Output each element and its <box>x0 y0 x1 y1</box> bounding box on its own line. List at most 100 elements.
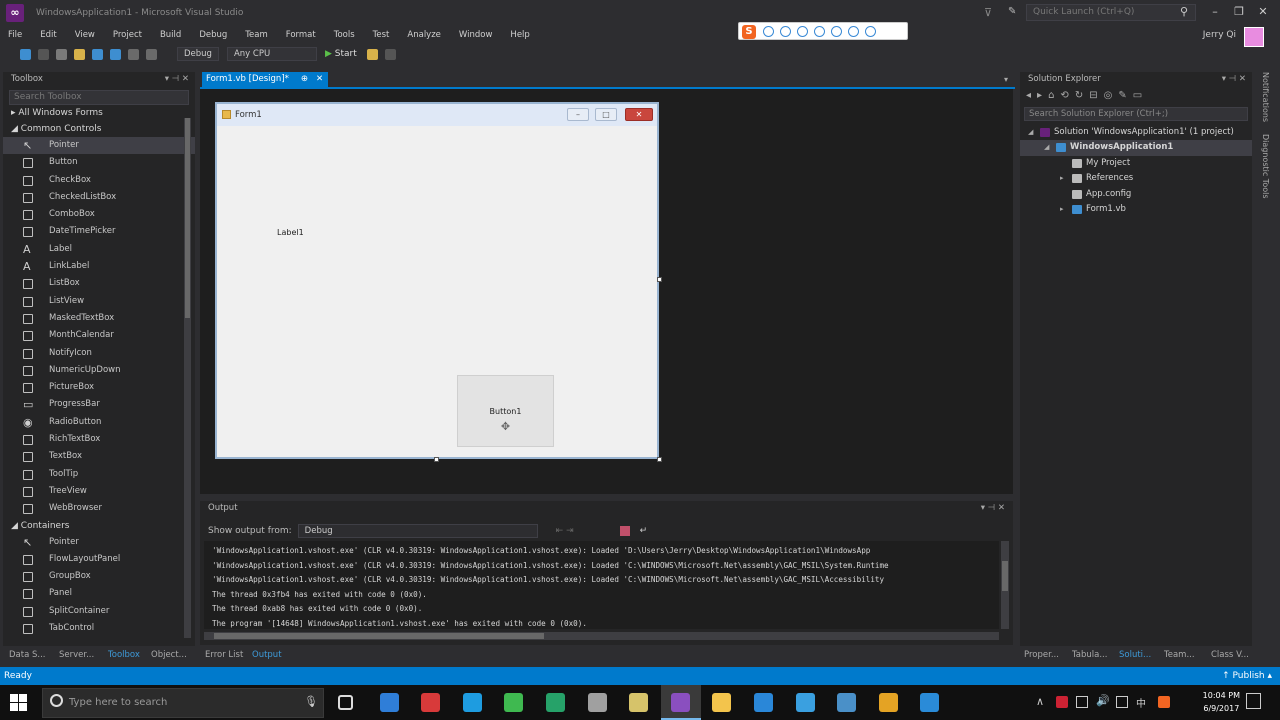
toolbox-item-flowlayoutpanel[interactable]: FlowLayoutPanel <box>3 551 195 568</box>
se-properties-icon[interactable]: ✎ <box>1118 90 1132 101</box>
sogou-tray-icon[interactable] <box>1158 696 1170 708</box>
search-icon[interactable]: ⚲ <box>1180 5 1188 18</box>
save-all-icon[interactable] <box>110 48 121 60</box>
menu-team[interactable]: Team <box>245 30 267 40</box>
resize-handle-right[interactable] <box>657 277 662 282</box>
ime-mode-icon[interactable] <box>763 25 774 37</box>
expand-arrow-icon[interactable]: ▸ <box>1060 202 1064 217</box>
forward-icon[interactable] <box>38 48 49 60</box>
solution-item-app-config[interactable]: App.config <box>1020 187 1252 202</box>
taskbar-search-input[interactable]: Type here to search <box>42 688 324 718</box>
clock[interactable]: 10:04 PM 6/9/2017 <box>1203 689 1240 715</box>
label1-control[interactable]: Label1 <box>277 228 304 237</box>
volume-icon[interactable]: 🔊 <box>1096 694 1110 707</box>
expand-arrow-icon[interactable]: ▸ <box>1060 171 1064 186</box>
visual-studio-icon[interactable] <box>670 693 690 712</box>
tab-data-sources[interactable]: Data S... <box>9 648 46 662</box>
toolbox-item-treeview[interactable]: TreeView <box>3 483 195 500</box>
tab-solution-explorer[interactable]: Soluti... <box>1119 648 1151 662</box>
toolbox-item-linklabel[interactable]: A LinkLabel <box>3 258 195 275</box>
avatar[interactable] <box>1244 27 1264 47</box>
user-name[interactable]: Jerry Qi <box>1203 30 1236 40</box>
app-bluebird-icon[interactable] <box>462 693 482 712</box>
tab-tabular[interactable]: Tabula... <box>1072 648 1107 662</box>
toolbox-item-panel[interactable]: Panel <box>3 585 195 602</box>
tab-form1-design[interactable]: Form1.vb [Design]* ⊕ ✕ <box>202 72 328 87</box>
toolbox-item-picturebox[interactable]: PictureBox <box>3 379 195 396</box>
sogou-logo-icon[interactable]: S <box>742 24 756 39</box>
feedback-icon[interactable]: ✎ <box>1008 6 1016 17</box>
tab-error-list[interactable]: Error List <box>205 648 243 662</box>
toolbox-item-datetimepicker[interactable]: DateTimePicker <box>3 223 195 240</box>
se-sync-icon[interactable]: ⟲ <box>1060 90 1074 101</box>
toolbox-item-progressbar[interactable]: ▭ ProgressBar <box>3 396 195 413</box>
expand-arrow-icon[interactable]: ◢ <box>1028 125 1033 140</box>
panel-pin-icon[interactable]: ▾ ⊣ ✕ <box>165 72 189 86</box>
chrome-icon[interactable] <box>878 693 898 712</box>
close-tab-icon[interactable]: ✕ <box>316 72 323 87</box>
se-forward-icon[interactable]: ▸ <box>1037 90 1048 101</box>
ime-tools-icon[interactable] <box>865 25 876 37</box>
ime-emoji-icon[interactable] <box>797 25 808 37</box>
tray-app-icon[interactable] <box>1056 696 1068 708</box>
toolbox-item-tooltip[interactable]: ToolTip <box>3 466 195 483</box>
panel-controls-icon[interactable]: ▾ ⊣ ✕ <box>1222 72 1246 86</box>
app-tools-icon[interactable] <box>629 693 649 712</box>
undo-icon[interactable] <box>128 48 139 60</box>
toolbox-group-containers[interactable]: ◢ Containers <box>3 518 195 534</box>
close-button[interactable]: ✕ <box>1254 5 1272 18</box>
pin-icon[interactable]: ⊕ <box>301 72 308 87</box>
keyboard-icon[interactable] <box>1116 696 1128 708</box>
ime-voice-icon[interactable] <box>814 25 825 37</box>
output-nav-icon[interactable]: ⇤ ⇥ <box>556 526 574 536</box>
toolbox-item-notifyicon[interactable]: NotifyIcon <box>3 345 195 362</box>
expand-arrow-icon[interactable]: ◢ <box>1044 140 1049 155</box>
app-globe-icon[interactable] <box>837 693 857 712</box>
windows-start-icon[interactable] <box>10 694 27 711</box>
network-icon[interactable] <box>1076 696 1088 708</box>
toolbox-item-tabcontrol[interactable]: TabControl <box>3 620 195 637</box>
se-refresh-icon[interactable]: ↻ <box>1075 90 1089 101</box>
tray-expand-icon[interactable]: ∧ <box>1036 695 1044 708</box>
tab-notifications[interactable]: Notifications <box>1261 72 1270 122</box>
menu-debug[interactable]: Debug <box>199 30 227 40</box>
resize-handle-corner[interactable] <box>657 457 662 462</box>
new-project-icon[interactable] <box>56 48 67 60</box>
back-icon[interactable] <box>20 48 31 60</box>
toolbox-scrollbar[interactable] <box>184 118 191 638</box>
se-show-all-icon[interactable]: ◎ <box>1104 90 1119 101</box>
microphone-icon[interactable]: 🎙 <box>304 695 318 708</box>
toolbox-item-textbox[interactable]: TextBox <box>3 448 195 465</box>
tab-team-explorer[interactable]: Team... <box>1164 648 1195 662</box>
ime-keyboard-icon[interactable] <box>831 25 842 37</box>
tab-class-view[interactable]: Class V... <box>1211 648 1249 662</box>
toolbox-item-pointer[interactable]: ↖ Pointer <box>3 137 195 155</box>
menu-window[interactable]: Window <box>459 30 493 40</box>
solution-item-form1-vb[interactable]: ▸ Form1.vb <box>1020 202 1252 217</box>
menu-help[interactable]: Help <box>510 30 529 40</box>
app-files-icon[interactable] <box>587 693 607 712</box>
tab-properties[interactable]: Proper... <box>1024 648 1059 662</box>
menu-analyze[interactable]: Analyze <box>407 30 441 40</box>
solution-configuration-dropdown[interactable]: Debug <box>177 47 219 61</box>
menu-project[interactable]: Project <box>113 30 142 40</box>
toolbox-item-monthcalendar[interactable]: MonthCalendar <box>3 327 195 344</box>
ime-punct-icon[interactable] <box>780 25 791 37</box>
toolbar-extra-icon[interactable] <box>366 48 378 60</box>
se-back-icon[interactable]: ◂ <box>1026 90 1037 101</box>
menu-test[interactable]: Test <box>373 30 390 40</box>
app-blue-icon[interactable] <box>379 693 399 712</box>
toolbox-item-listbox[interactable]: ListBox <box>3 275 195 292</box>
clear-all-icon[interactable] <box>619 526 630 536</box>
save-icon[interactable] <box>92 48 103 60</box>
toolbox-item-pointer[interactable]: ↖ Pointer <box>3 534 195 551</box>
se-home-icon[interactable]: ⌂ <box>1048 90 1060 101</box>
filter-icon[interactable]: ⊽ <box>984 6 992 19</box>
form1-window[interactable]: Form1 – □ ✕ Label1 Button1 ✥ <box>215 102 659 459</box>
menu-build[interactable]: Build <box>160 30 181 40</box>
tab-diagnostic-tools[interactable]: Diagnostic Tools <box>1261 134 1270 199</box>
toolbox-group-all-windows-forms[interactable]: ▸ All Windows Forms <box>3 105 195 121</box>
panel-controls-icon[interactable]: ▾ ⊣ ✕ <box>981 501 1005 515</box>
solution-item-solution-windowsapplication1-1-project[interactable]: ◢ Solution 'WindowsApplication1' (1 proje… <box>1020 125 1252 140</box>
edge-icon[interactable] <box>754 693 773 712</box>
